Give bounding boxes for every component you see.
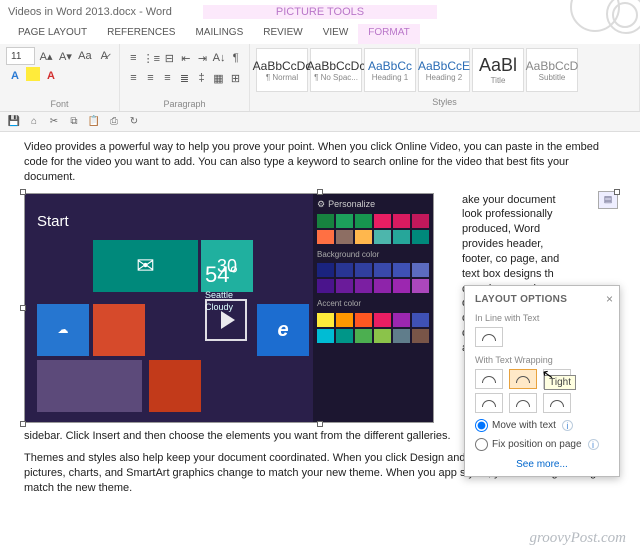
styles-group-label: Styles [256,97,633,107]
inserted-video[interactable]: Start ✉ 30 ☁ 54° Seattle Cloudy e ⚙Perso… [24,193,434,423]
section-inline: In Line with Text [475,313,609,323]
change-case-icon[interactable]: Aa [76,47,93,65]
style-title[interactable]: AaBlTitle [472,48,524,92]
ribbon-tabs: PAGE LAYOUT REFERENCES MAILINGS REVIEW V… [0,24,640,44]
justify-icon[interactable]: ≣ [177,69,192,87]
tab-review[interactable]: REVIEW [253,24,312,44]
qat-redo-icon[interactable]: ↻ [126,114,142,130]
style-no-spacing[interactable]: AaBbCcDc¶ No Spac... [310,48,362,92]
show-marks-icon[interactable]: ¶ [228,49,243,67]
tab-page-layout[interactable]: PAGE LAYOUT [8,24,97,44]
ribbon-group-paragraph: ≡ ⋮≡ ⊟ ⇤ ⇥ A↓ ¶ ≡ ≡ ≡ ≣ ‡ ▦ ⊞ Paragraph [120,44,250,111]
align-left-icon[interactable]: ≡ [126,69,141,87]
qat-save-icon[interactable]: 💾 [6,114,22,130]
qat-paste-icon[interactable]: 📋 [86,114,102,130]
tab-mailings[interactable]: MAILINGS [185,24,253,44]
shading-icon[interactable]: ▦ [211,69,226,87]
tile-skydrive: ☁ [37,304,89,356]
radio-fix-position[interactable] [475,438,488,451]
highlight-icon[interactable] [26,67,40,81]
style-normal[interactable]: AaBbCcDc¶ Normal [256,48,308,92]
decorative-circles [570,0,640,44]
layout-options-button[interactable]: ▤ [598,191,618,209]
window-title: Videos in Word 2013.docx - Word [8,6,203,18]
font-color-icon[interactable]: A [42,67,60,85]
align-center-icon[interactable]: ≡ [143,69,158,87]
personalize-panel: ⚙Personalize Background color Accent col… [313,194,433,422]
tile-ie: e [257,304,309,356]
font-group-label: Font [6,99,113,109]
tile-news [149,360,201,412]
wrap-square[interactable] [475,369,503,389]
radio-move-with-text[interactable] [475,419,488,432]
info-icon[interactable]: i [562,420,573,431]
info-icon-2[interactable]: i [588,439,599,450]
tile-people [93,304,145,356]
section-wrapping: With Text Wrapping [475,355,609,365]
tile-desktop [37,360,142,412]
see-more-link[interactable]: See more... [475,459,609,470]
qat-home-icon[interactable]: ⌂ [26,114,42,130]
indent-left-icon[interactable]: ⇤ [179,49,194,67]
tab-format[interactable]: FORMAT [358,24,419,44]
sort-icon[interactable]: A↓ [212,49,227,67]
wrap-front[interactable] [543,393,571,413]
layout-options-icon: ▤ [604,193,613,205]
shrink-font-icon[interactable]: A▾ [57,47,74,65]
play-icon[interactable] [205,299,247,341]
tile-mail: ✉ [93,240,198,292]
ribbon-group-font: 11 A▴ A▾ Aa A̷ A A Font [0,44,120,111]
text-effects-icon[interactable]: A [6,67,24,85]
watermark: groovyPost.com [529,530,626,547]
wrap-topbottom[interactable] [475,393,503,413]
qat-print-icon[interactable]: ⎙ [106,114,122,130]
borders-icon[interactable]: ⊞ [228,69,243,87]
start-label: Start [37,212,69,232]
style-heading2[interactable]: AaBbCcEHeading 2 [418,48,470,92]
indent-right-icon[interactable]: ⇥ [195,49,210,67]
multilevel-icon[interactable]: ⊟ [162,49,177,67]
clear-format-icon[interactable]: A̷ [96,47,113,65]
wrap-tight[interactable] [509,369,537,389]
layout-title: LAYOUT OPTIONS [475,294,609,305]
label-move: Move with text [492,420,556,431]
ribbon: 11 A▴ A▾ Aa A̷ A A Font ≡ ⋮≡ ⊟ ⇤ ⇥ A↓ ¶ [0,44,640,112]
paragraph-group-label: Paragraph [126,99,243,109]
font-size-select[interactable]: 11 [6,47,35,65]
label-fix: Fix position on page [492,439,582,450]
qat-cut-icon[interactable]: ✂ [46,114,62,130]
tab-references[interactable]: REFERENCES [97,24,185,44]
tab-view[interactable]: VIEW [313,24,359,44]
color-swatches [317,214,429,244]
quick-access-toolbar: 💾 ⌂ ✂ ⧉ 📋 ⎙ ↻ [0,112,640,132]
paragraph-1[interactable]: Video provides a powerful way to help yo… [24,140,616,185]
style-subtitle[interactable]: AaBbCcDSubtitle [526,48,578,92]
close-icon[interactable]: × [606,292,613,306]
wrap-inline[interactable] [475,327,503,347]
bullets-icon[interactable]: ≡ [126,49,141,67]
align-right-icon[interactable]: ≡ [160,69,175,87]
contextual-tab-title: PICTURE TOOLS [203,5,438,19]
layout-options-popup: × LAYOUT OPTIONS In Line with Text With … [464,285,620,477]
style-heading1[interactable]: AaBbCcHeading 1 [364,48,416,92]
ribbon-group-styles: AaBbCcDc¶ Normal AaBbCcDc¶ No Spac... Aa… [250,44,640,111]
wrap-behind[interactable] [509,393,537,413]
grow-font-icon[interactable]: A▴ [37,47,54,65]
numbering-icon[interactable]: ⋮≡ [143,49,160,67]
line-spacing-icon[interactable]: ‡ [194,69,209,87]
gear-icon: ⚙ [317,198,325,210]
qat-copy-icon[interactable]: ⧉ [66,114,82,130]
